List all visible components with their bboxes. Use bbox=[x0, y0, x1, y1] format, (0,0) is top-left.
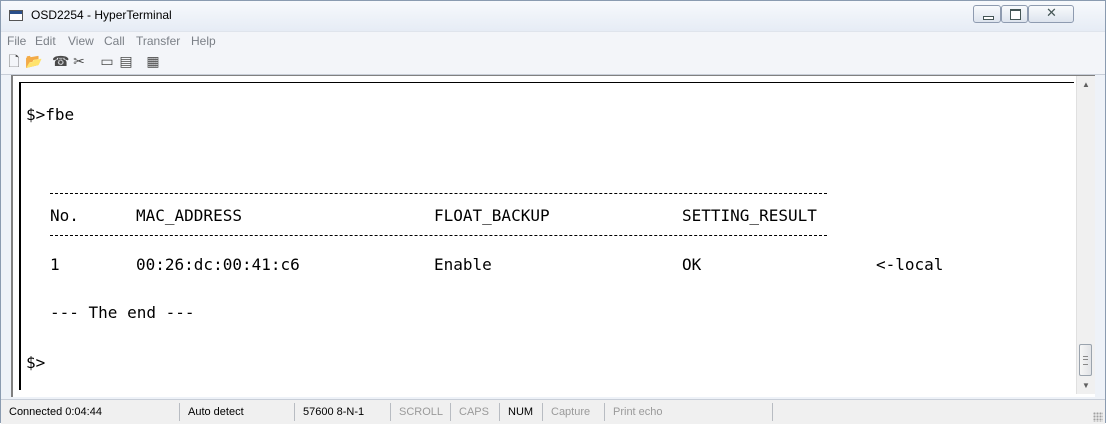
open-folder-icon[interactable]: 📂 bbox=[25, 54, 42, 70]
status-baud: 57600 8-N-1 bbox=[298, 403, 391, 421]
row-local-marker: <-local bbox=[876, 255, 944, 274]
status-num: NUM bbox=[503, 403, 543, 421]
maximize-icon bbox=[1010, 9, 1021, 20]
prompt-line: $> bbox=[26, 353, 46, 372]
app-icon[interactable] bbox=[9, 10, 23, 21]
properties-icon[interactable]: ▦ bbox=[145, 54, 161, 70]
status-scroll: SCROLL bbox=[394, 403, 451, 421]
call-icon[interactable]: ☎ bbox=[52, 54, 69, 70]
menu-bar: File Edit View Call Transfer Help bbox=[1, 31, 1105, 50]
send-icon[interactable]: ▭ bbox=[99, 54, 115, 70]
menu-call[interactable]: Call bbox=[104, 34, 125, 48]
row-float-backup: Enable bbox=[434, 255, 492, 274]
toolbar: 🗋 📂 ☎ ✂ ▭ ▤ ▦ bbox=[1, 50, 1105, 75]
scroll-up-arrow-icon[interactable]: ▲ bbox=[1077, 76, 1095, 93]
close-button[interactable]: ✕ bbox=[1028, 5, 1074, 23]
new-document-icon[interactable]: 🗋 bbox=[6, 54, 22, 70]
header-no: No. bbox=[50, 206, 79, 225]
receive-icon[interactable]: ▤ bbox=[118, 54, 134, 70]
row-setting-result: OK bbox=[682, 255, 702, 274]
status-bar: Connected 0:04:44 Auto detect 57600 8-N-… bbox=[1, 399, 1105, 424]
window-title: OSD2254 - HyperTerminal bbox=[31, 8, 172, 22]
resize-grip-icon[interactable] bbox=[1093, 412, 1103, 422]
minimize-button[interactable] bbox=[973, 5, 1001, 23]
scroll-down-arrow-icon[interactable]: ▼ bbox=[1077, 377, 1095, 394]
end-marker: --- The end --- bbox=[50, 303, 195, 322]
grip-icon bbox=[1083, 356, 1088, 365]
title-bar[interactable]: OSD2254 - HyperTerminal ✕ bbox=[1, 1, 1105, 31]
maximize-button[interactable] bbox=[1001, 5, 1028, 23]
scrollbar-thumb[interactable] bbox=[1079, 344, 1092, 376]
status-detect: Auto detect bbox=[183, 403, 295, 421]
disconnect-icon[interactable]: ✂ bbox=[71, 54, 87, 70]
status-print-echo: Print echo bbox=[608, 403, 773, 421]
menu-transfer[interactable]: Transfer bbox=[136, 34, 180, 48]
menu-edit[interactable]: Edit bbox=[35, 34, 56, 48]
table-separator-top bbox=[50, 193, 827, 194]
terminal-frame: $>fbe No. MAC_ADDRESS FLOAT_BACKUP SETTI… bbox=[11, 75, 1095, 397]
table-separator-bottom bbox=[50, 235, 827, 236]
menu-view[interactable]: View bbox=[68, 34, 94, 48]
hyperterminal-window: OSD2254 - HyperTerminal ✕ File Edit View… bbox=[0, 0, 1106, 424]
status-capture: Capture bbox=[546, 403, 605, 421]
terminal-output[interactable]: $>fbe No. MAC_ADDRESS FLOAT_BACKUP SETTI… bbox=[19, 82, 1074, 390]
close-icon: ✕ bbox=[1046, 6, 1057, 21]
header-float-backup: FLOAT_BACKUP bbox=[434, 206, 550, 225]
menu-file[interactable]: File bbox=[7, 34, 26, 48]
row-no: 1 bbox=[50, 255, 60, 274]
status-connected: Connected 0:04:44 bbox=[4, 403, 180, 421]
header-setting-result: SETTING_RESULT bbox=[682, 206, 817, 225]
header-mac-address: MAC_ADDRESS bbox=[136, 206, 242, 225]
row-mac-address: 00:26:dc:00:41:c6 bbox=[136, 255, 300, 274]
status-caps: CAPS bbox=[454, 403, 500, 421]
vertical-scrollbar[interactable]: ▲ ▼ bbox=[1076, 76, 1095, 394]
menu-help[interactable]: Help bbox=[191, 34, 216, 48]
minimize-icon bbox=[983, 16, 994, 20]
command-line: $>fbe bbox=[26, 105, 75, 124]
